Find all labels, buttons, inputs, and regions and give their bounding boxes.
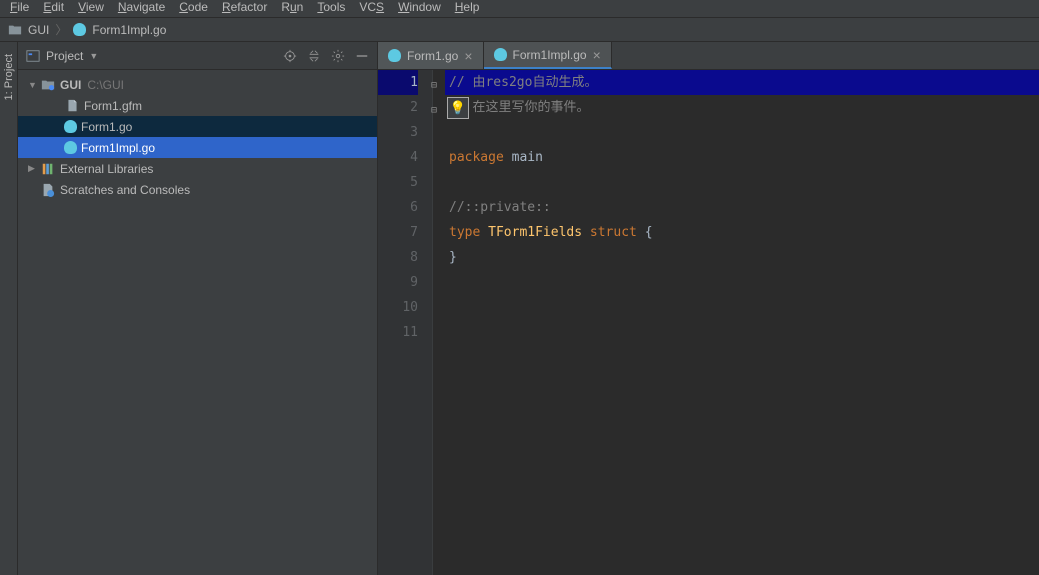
- editor-tab-label: Form1.go: [407, 49, 458, 63]
- code-line: //::private::: [445, 195, 1039, 220]
- go-file-icon: [388, 49, 401, 62]
- line-number: 11: [378, 320, 418, 345]
- go-file-icon: [64, 120, 77, 133]
- folder-icon: [8, 23, 22, 37]
- project-view-icon: [26, 49, 40, 63]
- code-line: [445, 120, 1039, 145]
- code-line: [445, 170, 1039, 195]
- tree-root-path: C:\GUI: [87, 78, 124, 92]
- menu-help[interactable]: Help: [451, 0, 484, 14]
- code-line: [445, 270, 1039, 295]
- line-number: 10: [378, 295, 418, 320]
- editor-body[interactable]: 1 2 3 4 5 6 7 8 9 10 11 ⊟ ⊟ 💡 // 由res2go…: [378, 70, 1039, 575]
- go-file-icon: [494, 48, 507, 61]
- tree-extra-label: External Libraries: [60, 162, 153, 176]
- file-icon: [64, 98, 80, 114]
- menu-file[interactable]: File: [6, 0, 33, 14]
- tree-file-form1implgo[interactable]: Form1Impl.go: [18, 137, 377, 158]
- breadcrumb-project[interactable]: GUI: [28, 23, 49, 37]
- tree-file-label: Form1.go: [81, 120, 132, 134]
- tree-extra-label: Scratches and Consoles: [60, 183, 190, 197]
- editor-tab-form1[interactable]: Form1.go ×: [378, 42, 484, 69]
- menu-view[interactable]: View: [74, 0, 108, 14]
- breadcrumb-file[interactable]: Form1Impl.go: [92, 23, 166, 37]
- gear-icon[interactable]: [331, 49, 345, 63]
- line-number: 9: [378, 270, 418, 295]
- project-panel-header: Project ▼: [18, 42, 377, 70]
- collapse-all-icon[interactable]: [307, 49, 321, 63]
- code-line: type TForm1Fields struct {: [445, 220, 1039, 245]
- expand-arrow-icon[interactable]: ▶: [28, 163, 40, 174]
- project-panel: Project ▼ ▼: [18, 42, 378, 575]
- expand-arrow-icon[interactable]: ▼: [28, 80, 40, 90]
- tree-file-label: Form1Impl.go: [81, 141, 155, 155]
- menu-window[interactable]: Window: [394, 0, 445, 14]
- menu-edit[interactable]: Edit: [39, 0, 68, 14]
- line-number: 5: [378, 170, 418, 195]
- line-number: 8: [378, 245, 418, 270]
- code-line: // 在这里写你的事件。: [445, 95, 1039, 120]
- line-number: 6: [378, 195, 418, 220]
- menu-vcs[interactable]: VCS: [355, 0, 388, 14]
- close-icon[interactable]: ×: [464, 49, 472, 63]
- menu-code[interactable]: Code: [175, 0, 212, 14]
- tree-scratches[interactable]: Scratches and Consoles: [18, 179, 377, 200]
- main-area: 1: Project Project ▼: [0, 42, 1039, 575]
- library-icon: [40, 161, 56, 177]
- tree-root-name: GUI: [60, 78, 81, 92]
- code-area[interactable]: 💡 // 由res2go自动生成。 // 在这里写你的事件。 package m…: [445, 70, 1039, 575]
- go-file-icon: [64, 141, 77, 154]
- project-tree[interactable]: ▼ GUI C:\GUI Form1.gfm Form1.go Form1Im: [18, 70, 377, 575]
- code-line: [445, 295, 1039, 320]
- intention-bulb-icon[interactable]: 💡: [447, 97, 469, 119]
- breadcrumb-separator: 〉: [55, 21, 67, 38]
- line-number: 3: [378, 120, 418, 145]
- menu-refactor[interactable]: Refactor: [218, 0, 271, 14]
- scratch-icon: [40, 182, 56, 198]
- locate-icon[interactable]: [283, 49, 297, 63]
- line-number: 2: [378, 95, 418, 120]
- fold-marker-icon[interactable]: ⊟: [431, 98, 437, 123]
- menu-navigate[interactable]: Navigate: [114, 0, 169, 14]
- minimize-icon[interactable]: [355, 49, 369, 63]
- code-line: package main: [445, 145, 1039, 170]
- code-line: // 由res2go自动生成。: [445, 70, 1039, 95]
- line-number-gutter: 1 2 3 4 5 6 7 8 9 10 11: [378, 70, 433, 575]
- fold-marker-icon[interactable]: ⊟: [431, 73, 437, 98]
- editor-area: Form1.go × Form1Impl.go × 1 2 3 4 5 6 7 …: [378, 42, 1039, 575]
- module-folder-icon: [40, 77, 56, 93]
- tool-tab-strip: 1: Project: [0, 42, 18, 575]
- fold-column: ⊟ ⊟: [433, 70, 445, 575]
- breadcrumb: GUI 〉 Form1Impl.go: [0, 18, 1039, 42]
- tree-file-form1go[interactable]: Form1.go: [18, 116, 377, 137]
- editor-tab-label: Form1Impl.go: [513, 48, 587, 62]
- close-icon[interactable]: ×: [593, 48, 601, 62]
- tree-file-label: Form1.gfm: [84, 99, 142, 113]
- code-line: [445, 320, 1039, 345]
- line-number: 4: [378, 145, 418, 170]
- editor-tab-form1impl[interactable]: Form1Impl.go ×: [484, 42, 612, 69]
- line-number: 7: [378, 220, 418, 245]
- line-number: 1: [378, 70, 418, 95]
- chevron-down-icon[interactable]: ▼: [89, 51, 98, 61]
- tree-root[interactable]: ▼ GUI C:\GUI: [18, 74, 377, 95]
- code-line: }: [445, 245, 1039, 270]
- editor-tabs: Form1.go × Form1Impl.go ×: [378, 42, 1039, 70]
- tree-file-gfm[interactable]: Form1.gfm: [18, 95, 377, 116]
- go-file-icon: [73, 23, 86, 36]
- menu-tools[interactable]: Tools: [313, 0, 349, 14]
- project-panel-title[interactable]: Project: [46, 49, 83, 63]
- menubar: File Edit View Navigate Code Refactor Ru…: [0, 0, 1039, 18]
- menu-run[interactable]: Run: [277, 0, 307, 14]
- tab-project[interactable]: 1: Project: [3, 50, 15, 104]
- tree-external-libraries[interactable]: ▶ External Libraries: [18, 158, 377, 179]
